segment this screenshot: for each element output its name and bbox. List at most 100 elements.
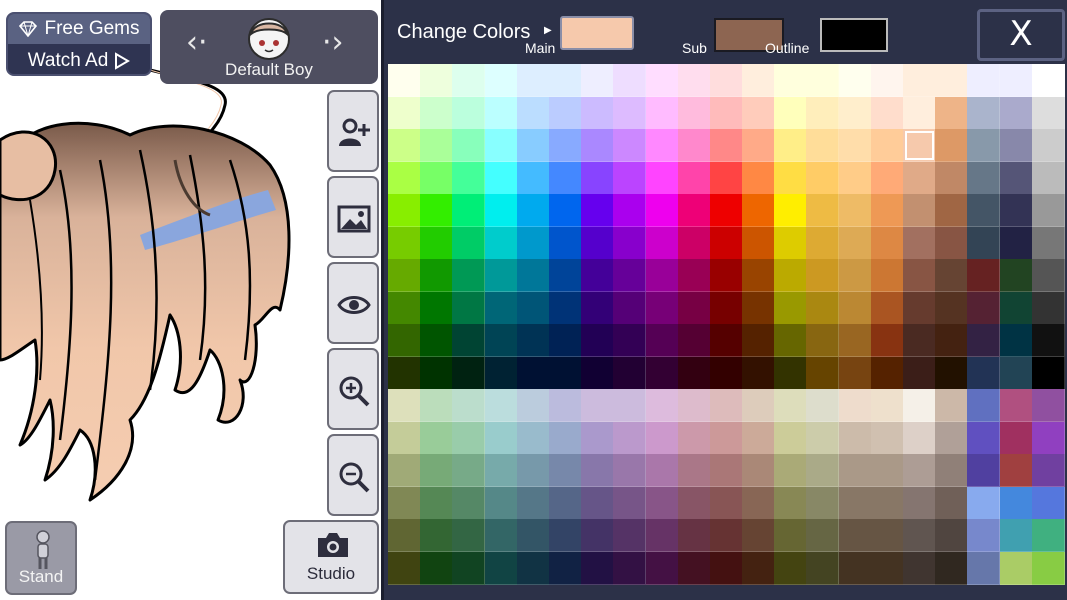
- palette-color-cell[interactable]: [452, 356, 486, 390]
- palette-color-cell[interactable]: [838, 421, 872, 455]
- palette-color-cell[interactable]: [935, 129, 969, 162]
- palette-color-cell[interactable]: [516, 161, 550, 195]
- palette-color-cell[interactable]: [388, 324, 421, 357]
- palette-color-cell[interactable]: [613, 421, 647, 455]
- palette-color-cell[interactable]: [774, 454, 808, 487]
- palette-color-cell[interactable]: [388, 454, 421, 487]
- palette-color-cell[interactable]: [806, 324, 840, 357]
- palette-color-cell[interactable]: [742, 161, 776, 195]
- visibility-button[interactable]: [327, 262, 379, 344]
- palette-color-cell[interactable]: [774, 96, 808, 130]
- palette-color-cell[interactable]: [677, 519, 711, 552]
- free-gems-ad-button[interactable]: Free Gems Watch Ad: [6, 12, 152, 76]
- palette-color-cell[interactable]: [613, 161, 647, 195]
- palette-color-cell[interactable]: [903, 129, 937, 162]
- palette-color-cell[interactable]: [548, 64, 582, 97]
- palette-color-cell[interactable]: [677, 64, 711, 97]
- palette-color-cell[interactable]: [484, 454, 518, 487]
- palette-color-cell[interactable]: [388, 129, 421, 162]
- palette-color-cell[interactable]: [903, 551, 937, 585]
- palette-color-cell[interactable]: [709, 389, 743, 422]
- palette-color-cell[interactable]: [935, 259, 969, 292]
- palette-color-cell[interactable]: [967, 324, 1001, 357]
- palette-color-cell[interactable]: [452, 96, 486, 130]
- palette-color-cell[interactable]: [1031, 486, 1065, 520]
- palette-color-cell[interactable]: [548, 291, 582, 325]
- palette-color-cell[interactable]: [1031, 421, 1065, 455]
- palette-color-cell[interactable]: [613, 356, 647, 390]
- palette-color-cell[interactable]: [452, 291, 486, 325]
- palette-color-cell[interactable]: [581, 324, 615, 357]
- palette-color-cell[interactable]: [484, 226, 518, 260]
- palette-color-cell[interactable]: [516, 291, 550, 325]
- palette-color-cell[interactable]: [709, 96, 743, 130]
- palette-color-cell[interactable]: [999, 551, 1033, 585]
- main-color-swatch[interactable]: [560, 16, 634, 50]
- palette-color-cell[interactable]: [709, 129, 743, 162]
- palette-color-cell[interactable]: [903, 226, 937, 260]
- palette-color-cell[interactable]: [388, 356, 421, 390]
- palette-color-cell[interactable]: [1031, 291, 1065, 325]
- palette-color-cell[interactable]: [516, 389, 550, 422]
- palette-color-cell[interactable]: [420, 454, 454, 487]
- palette-color-cell[interactable]: [1031, 259, 1065, 292]
- palette-color-cell[interactable]: [613, 324, 647, 357]
- palette-color-cell[interactable]: [1031, 324, 1065, 357]
- palette-color-cell[interactable]: [742, 324, 776, 357]
- palette-color-cell[interactable]: [420, 519, 454, 552]
- palette-color-cell[interactable]: [677, 259, 711, 292]
- palette-color-cell[interactable]: [999, 291, 1033, 325]
- palette-color-cell[interactable]: [838, 129, 872, 162]
- palette-color-cell[interactable]: [742, 226, 776, 260]
- palette-color-cell[interactable]: [709, 519, 743, 552]
- palette-color-cell[interactable]: [452, 389, 486, 422]
- palette-color-cell[interactable]: [1031, 551, 1065, 585]
- palette-color-cell[interactable]: [452, 486, 486, 520]
- palette-color-cell[interactable]: [581, 486, 615, 520]
- palette-color-cell[interactable]: [999, 161, 1033, 195]
- palette-color-cell[interactable]: [677, 161, 711, 195]
- palette-color-cell[interactable]: [1031, 64, 1065, 97]
- add-character-button[interactable]: [327, 90, 379, 172]
- palette-color-cell[interactable]: [1031, 96, 1065, 130]
- palette-color-cell[interactable]: [742, 389, 776, 422]
- palette-color-cell[interactable]: [838, 64, 872, 97]
- palette-color-cell[interactable]: [870, 486, 904, 520]
- palette-color-cell[interactable]: [388, 519, 421, 552]
- palette-color-cell[interactable]: [677, 324, 711, 357]
- palette-color-cell[interactable]: [420, 161, 454, 195]
- palette-color-cell[interactable]: [935, 96, 969, 130]
- palette-color-cell[interactable]: [935, 324, 969, 357]
- palette-color-cell[interactable]: [935, 64, 969, 97]
- palette-color-cell[interactable]: [774, 356, 808, 390]
- palette-color-cell[interactable]: [870, 356, 904, 390]
- palette-color-cell[interactable]: [935, 356, 969, 390]
- palette-color-cell[interactable]: [935, 519, 969, 552]
- palette-color-cell[interactable]: [774, 194, 808, 227]
- palette-color-cell[interactable]: [613, 226, 647, 260]
- palette-color-cell[interactable]: [999, 454, 1033, 487]
- palette-color-cell[interactable]: [999, 486, 1033, 520]
- palette-color-cell[interactable]: [774, 161, 808, 195]
- palette-color-cell[interactable]: [1031, 161, 1065, 195]
- palette-color-cell[interactable]: [903, 161, 937, 195]
- palette-color-cell[interactable]: [709, 226, 743, 260]
- palette-color-cell[interactable]: [645, 291, 679, 325]
- palette-color-cell[interactable]: [709, 454, 743, 487]
- palette-color-cell[interactable]: [742, 454, 776, 487]
- palette-color-cell[interactable]: [903, 421, 937, 455]
- palette-color-cell[interactable]: [709, 551, 743, 585]
- palette-color-cell[interactable]: [420, 129, 454, 162]
- palette-color-cell[interactable]: [967, 519, 1001, 552]
- palette-color-cell[interactable]: [516, 96, 550, 130]
- outline-color-swatch[interactable]: [820, 18, 888, 52]
- palette-color-cell[interactable]: [838, 259, 872, 292]
- palette-color-cell[interactable]: [581, 291, 615, 325]
- stand-button[interactable]: Stand: [5, 521, 77, 595]
- palette-color-cell[interactable]: [838, 96, 872, 130]
- palette-color-cell[interactable]: [999, 421, 1033, 455]
- palette-color-cell[interactable]: [1031, 389, 1065, 422]
- palette-color-cell[interactable]: [484, 96, 518, 130]
- palette-color-cell[interactable]: [548, 96, 582, 130]
- palette-color-cell[interactable]: [870, 324, 904, 357]
